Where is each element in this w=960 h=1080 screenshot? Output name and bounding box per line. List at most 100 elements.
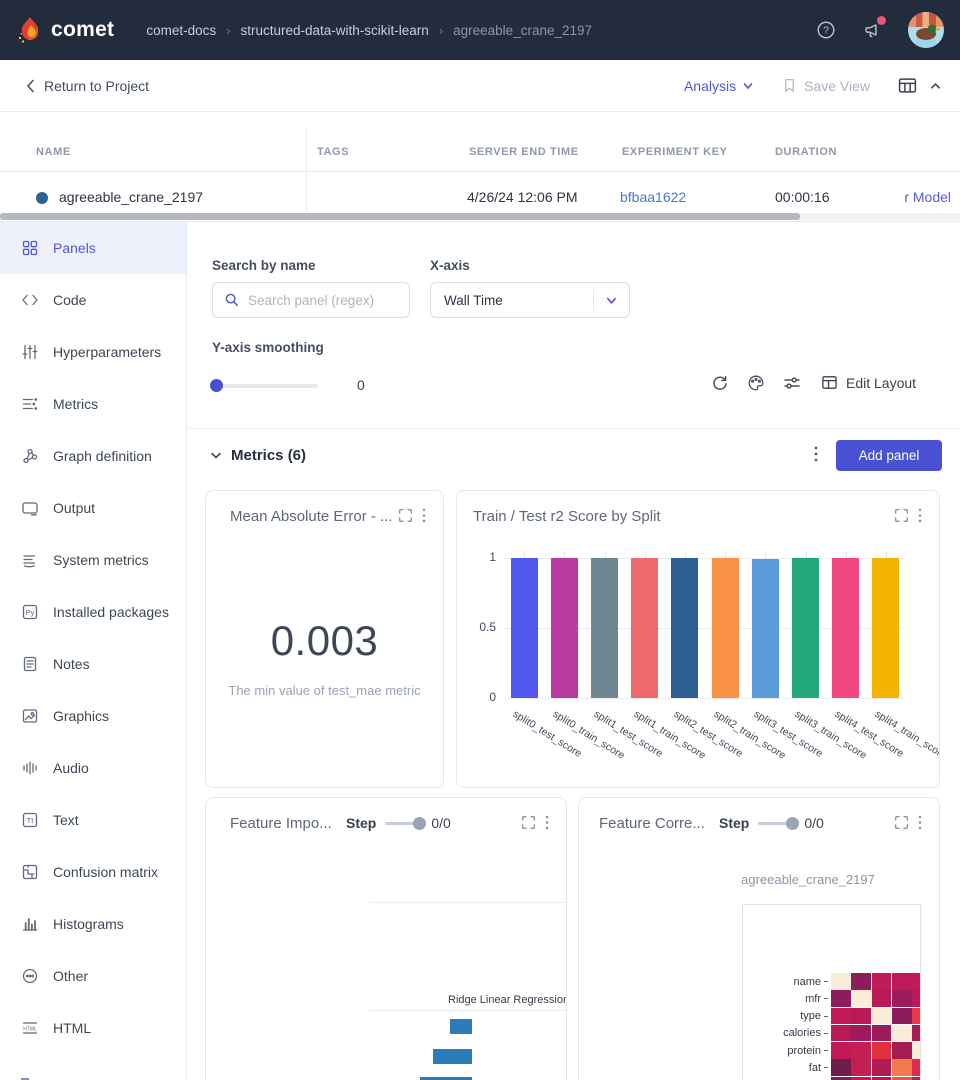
scrollbar-thumb[interactable]	[0, 213, 800, 220]
xaxis-selected-value: Wall Time	[444, 293, 503, 308]
heatmap-cell	[831, 1008, 851, 1025]
heatmap-cell	[892, 973, 912, 990]
add-panel-button[interactable]: Add panel	[836, 440, 942, 471]
heatmap-cell	[831, 1077, 851, 1080]
column-header-tags[interactable]: TAGS	[317, 146, 349, 158]
sidebar-item-output[interactable]: Output	[0, 482, 186, 534]
user-avatar[interactable]	[908, 12, 944, 48]
sidebar-item-label: Confusion matrix	[53, 864, 158, 880]
save-view-button[interactable]: Save View	[782, 77, 870, 94]
slider-handle[interactable]	[210, 379, 223, 392]
x-tick-label: split4_test_score	[832, 708, 905, 760]
sidebar-item-audio[interactable]: Audio	[0, 742, 186, 794]
fullscreen-icon[interactable]	[894, 815, 909, 830]
heatmap-cell	[831, 990, 851, 1007]
fullscreen-icon[interactable]	[398, 508, 413, 523]
search-panel-box	[212, 282, 410, 318]
column-header-server-end-time[interactable]: SERVER END TIME	[469, 146, 579, 158]
importance-bar	[450, 1019, 472, 1034]
sidebar-item-panels[interactable]: Panels	[0, 222, 186, 274]
filters-icon[interactable]	[783, 374, 801, 392]
panel-kebab-icon[interactable]	[541, 814, 553, 831]
x-tick-label: split3_train_score	[792, 708, 868, 762]
panel-feature-importance: Feature Impo... Step 0/0 Ridge Linear Re…	[205, 797, 567, 1080]
sidebar-item-notes[interactable]: Notes	[0, 638, 186, 690]
step-slider[interactable]	[758, 822, 795, 825]
correlation-heatmap: namemfrtypecaloriesproteinfat	[831, 973, 920, 1080]
metrics-kebab-icon[interactable]	[809, 444, 823, 464]
column-header-duration[interactable]: DURATION	[775, 146, 837, 158]
comet-logo[interactable]: comet	[18, 16, 114, 44]
sidebar-item-histograms[interactable]: Histograms	[0, 898, 186, 950]
search-input[interactable]	[248, 293, 398, 308]
sidebar-item-label: HTML	[53, 1020, 91, 1036]
edit-layout-button[interactable]: Edit Layout	[821, 374, 916, 391]
refresh-icon[interactable]	[711, 374, 729, 392]
step-slider-handle[interactable]	[786, 817, 799, 830]
other-icon	[21, 967, 39, 985]
sidebar-item-other[interactable]: Other	[0, 950, 186, 1002]
sidebar-item-metrics[interactable]: Metrics	[0, 378, 186, 430]
megaphone-icon[interactable]	[862, 20, 882, 40]
code-icon	[21, 291, 39, 309]
column-header-name[interactable]: NAME	[36, 146, 71, 158]
analysis-dropdown[interactable]: Analysis	[684, 78, 754, 94]
sidebar-item-label: Installed packages	[53, 604, 169, 620]
bar-split3_train_score	[792, 558, 819, 698]
sidebar-item-label: Graph definition	[53, 448, 152, 464]
panel-kebab-icon[interactable]	[418, 507, 430, 524]
breadcrumb-item[interactable]: comet-docs	[146, 23, 216, 38]
metrics-collapse-chevron[interactable]	[210, 450, 222, 462]
hyperparameters-icon	[21, 343, 39, 361]
palette-icon[interactable]	[747, 374, 765, 392]
panel-kebab-icon[interactable]	[914, 507, 926, 524]
smoothing-value: 0	[357, 377, 365, 393]
smoothing-label: Y-axis smoothing	[212, 340, 324, 355]
sidebar-item-label: System metrics	[53, 552, 149, 568]
panel-mean-absolute-error: Mean Absolute Error - ... 0.003 The min …	[205, 490, 444, 788]
sidebar-item-graphics[interactable]: Graphics	[0, 690, 186, 742]
heatmap-row-label: name	[757, 976, 821, 988]
sidebar-item-system-metrics[interactable]: System metrics	[0, 534, 186, 586]
experiment-key-link[interactable]: bfbaa1622	[620, 189, 686, 205]
sidebar-item-confusion-matrix[interactable]: Confusion matrix	[0, 846, 186, 898]
collapse-chevron-up-icon[interactable]	[929, 79, 942, 92]
help-icon[interactable]: ?	[816, 20, 836, 40]
system-metrics-icon	[21, 551, 39, 569]
horizontal-scrollbar[interactable]	[0, 213, 960, 220]
x-gridline-tick	[685, 551, 686, 558]
sidebar-item-html[interactable]: HTMLHTML	[0, 1002, 186, 1054]
x-tick-label: split1_test_score	[591, 708, 664, 760]
x-tick-label: split2_test_score	[672, 708, 745, 760]
fullscreen-icon[interactable]	[521, 815, 536, 830]
fullscreen-icon[interactable]	[894, 508, 909, 523]
heatmap-cell	[872, 1008, 892, 1025]
sidebar-item-installed-packages[interactable]: PyInstalled packages	[0, 586, 186, 638]
panel-kebab-icon[interactable]	[914, 814, 926, 831]
xaxis-select[interactable]: Wall Time	[430, 282, 630, 318]
return-to-project-button[interactable]: Return to Project	[26, 78, 149, 94]
heatmap-cell	[912, 1025, 920, 1042]
panel-title: Train / Test r2 Score by Split	[473, 508, 661, 525]
sidebar-item-graph-definition[interactable]: Graph definition	[0, 430, 186, 482]
smoothing-slider[interactable]	[212, 384, 318, 388]
server-end-time: 4/26/24 12:06 PM	[467, 189, 578, 205]
experiment-name[interactable]: agreeable_crane_2197	[59, 189, 203, 205]
step-slider[interactable]	[385, 822, 422, 825]
breadcrumb-item[interactable]: structured-data-with-scikit-learn	[240, 23, 428, 38]
heatmap-row-label: calories	[757, 1027, 821, 1039]
step-slider-handle[interactable]	[413, 817, 426, 830]
sidebar-item-text[interactable]: TtText	[0, 794, 186, 846]
table-view-icon[interactable]	[898, 76, 917, 95]
return-label: Return to Project	[44, 78, 149, 94]
sidebar-item-hyperparameters[interactable]: Hyperparameters	[0, 326, 186, 378]
x-tick-label: split0_train_score	[551, 708, 627, 762]
breadcrumb-item[interactable]: agreeable_crane_2197	[453, 23, 592, 38]
column-header-experiment-key[interactable]: EXPERIMENT KEY	[622, 146, 728, 158]
heatmap-row-tick	[824, 1033, 828, 1034]
sidebar-item-code[interactable]: Code	[0, 274, 186, 326]
heatmap-cell	[892, 1059, 912, 1076]
edit-layout-label: Edit Layout	[846, 375, 916, 391]
register-model-link-clipped[interactable]: r Model	[904, 189, 951, 205]
heatmap-row-label: fat	[757, 1062, 821, 1074]
